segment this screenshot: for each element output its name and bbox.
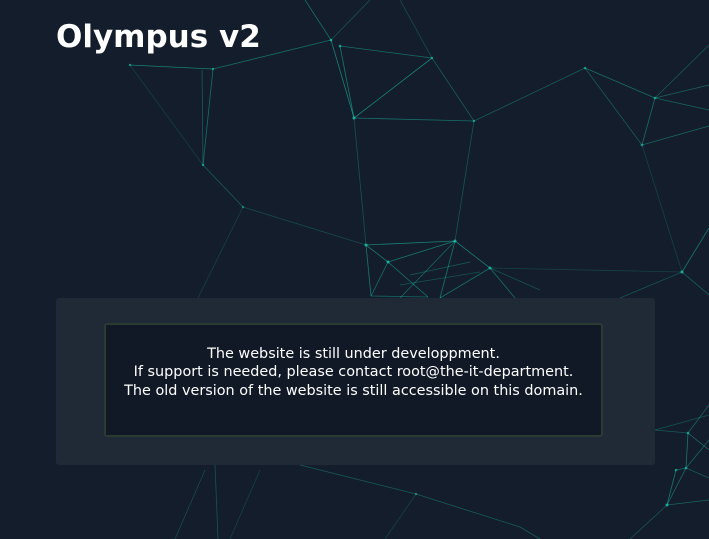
notice-line-old-version: The old version of the website is still …: [124, 382, 583, 399]
notice-panel: The website is still under developpment.…: [56, 298, 655, 465]
notice-line-development: The website is still under developpment.: [207, 346, 500, 362]
notice-message-box: The website is still under developpment.…: [104, 323, 603, 437]
site-title: Olympus v2: [56, 19, 261, 55]
page: Olympus v2 The website is still under de…: [0, 0, 709, 539]
notice-line-support-contact: If support is needed, please contact roo…: [133, 364, 574, 381]
